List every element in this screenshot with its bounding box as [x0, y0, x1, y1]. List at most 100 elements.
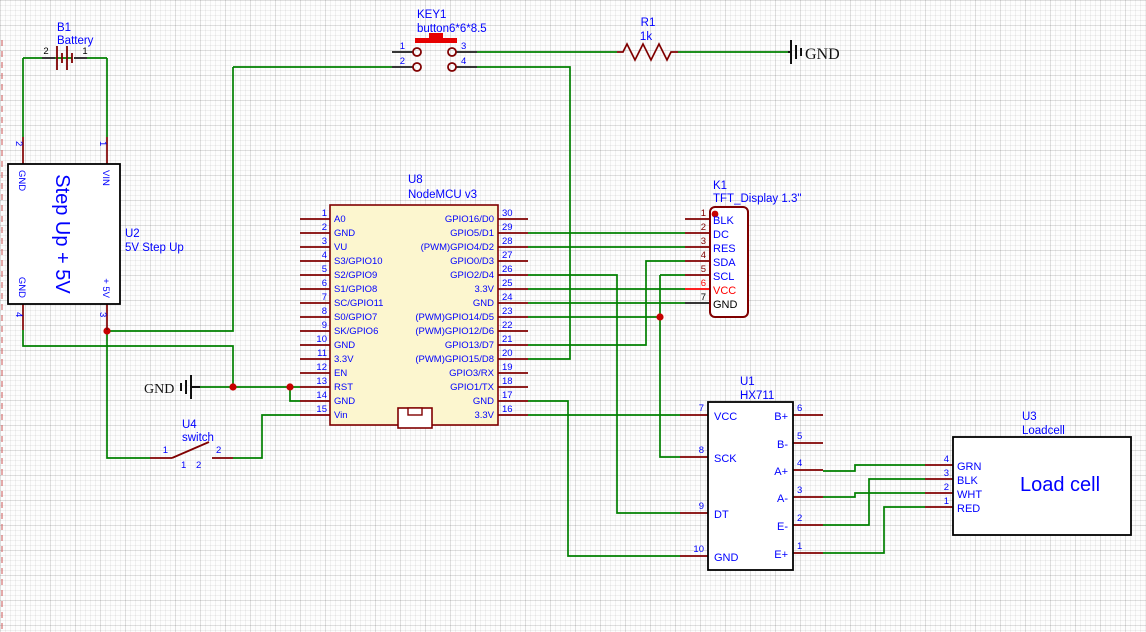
battery-value[interactable]: Battery	[57, 35, 94, 47]
hx711-u1[interactable]: U1 HX711 7 8 9 10 VCC SCK DT GND 6 5 4 3…	[680, 376, 823, 570]
pin-num: 7	[699, 403, 704, 414]
gnd-symbol-right[interactable]: GND	[788, 40, 840, 64]
pin-num: 9	[699, 501, 704, 512]
pin-name: GND	[334, 228, 355, 239]
pin-num: 10	[316, 334, 327, 345]
tft-ref[interactable]: K1	[713, 180, 727, 192]
pin-name: GPIO13/D7	[445, 340, 494, 351]
key1-value[interactable]: button6*6*8.5	[417, 23, 487, 35]
switch-value[interactable]: switch	[182, 432, 214, 444]
pin-name: DT	[714, 509, 729, 521]
wire[interactable]	[823, 493, 925, 497]
loadcell-ref[interactable]: U3	[1022, 411, 1037, 423]
pin-name: RES	[713, 243, 736, 255]
pin-name: SK/GPIO6	[334, 326, 378, 337]
pin-name: S1/GPIO8	[334, 284, 377, 295]
nodemcu-u8[interactable]: U8 NodeMCU v3 1 2 3 4 5 6 7 8 9 10 11 12…	[300, 174, 528, 428]
nodemcu-value[interactable]: NodeMCU v3	[408, 189, 477, 201]
switch-ref[interactable]: U4	[182, 419, 197, 431]
battery-pin1-num: 1	[82, 46, 87, 57]
pin-num: 18	[502, 376, 513, 387]
gnd-bars	[788, 40, 801, 64]
pin-name: A0	[334, 214, 346, 225]
hx711-value[interactable]: HX711	[740, 390, 774, 402]
hx711-body[interactable]	[708, 402, 793, 570]
tft-value[interactable]: TFT_Display 1.3"	[713, 193, 801, 205]
pin-num: 3	[944, 468, 949, 479]
pin-name: GND	[334, 396, 355, 407]
pin-name: A+	[774, 466, 788, 478]
schematic-canvas[interactable]: B1 Battery 2 1 2 1 4 3 GND VIN GND + 5V …	[0, 0, 1146, 632]
pin-num: 3	[322, 236, 327, 247]
pin-num: 23	[502, 306, 513, 317]
pin-name: (PWM)GPIO4/D2	[421, 242, 494, 253]
wire[interactable]	[200, 387, 300, 401]
pin-num: 14	[316, 390, 327, 401]
pin-name: SDA	[713, 257, 736, 269]
wire[interactable]	[823, 507, 925, 553]
pin-num: 1	[701, 208, 706, 219]
switch-u4[interactable]: 1 2 1 2 U4 switch	[150, 419, 233, 471]
pin-name: BLK	[713, 215, 734, 227]
loadcell-body-text: Load cell	[1020, 474, 1100, 496]
pin-name: S0/GPIO7	[334, 312, 377, 323]
wire[interactable]	[107, 67, 233, 458]
pin-num: 11	[317, 348, 327, 359]
stepup-u2[interactable]: 2 1 4 3 GND VIN GND + 5V Step Up + 5V U2…	[8, 137, 184, 330]
pin-num: 20	[502, 348, 513, 359]
battery-ref[interactable]: B1	[57, 22, 71, 34]
pin-name: A-	[777, 493, 788, 505]
pin-name: SCL	[713, 271, 734, 283]
pin-num: 30	[502, 208, 513, 219]
wire[interactable]	[823, 479, 925, 525]
wire[interactable]	[528, 401, 680, 556]
pin-num: 6	[797, 403, 802, 414]
stepup-ref[interactable]: U2	[125, 228, 140, 240]
pin-name: GND	[334, 340, 355, 351]
pin-name: GPIO2/D4	[450, 270, 494, 281]
pin-num: 29	[502, 222, 513, 233]
pin-name: GPIO5/D1	[450, 228, 494, 239]
pin-num: 13	[316, 376, 327, 387]
pin-num: 1	[944, 496, 949, 507]
pushbutton-key1[interactable]: 1 2 3 4 KEY1 button6*6*8.5	[392, 9, 487, 71]
nodemcu-ref[interactable]: U8	[408, 174, 423, 186]
switch-blade	[172, 442, 209, 458]
pin-name: GND	[713, 299, 738, 311]
pin-name: SC/GPIO11	[334, 298, 383, 309]
switch-pin1-name: 1	[181, 460, 186, 471]
loadcell-value[interactable]: Loadcell	[1022, 425, 1065, 437]
stepup-pin3-num: 3	[97, 312, 108, 317]
resistor-r1[interactable]: R1 1k	[617, 17, 678, 60]
key1-ref[interactable]: KEY1	[417, 9, 446, 21]
wire[interactable]	[528, 275, 680, 513]
junction-dot	[229, 383, 236, 390]
pin-name: S3/GPIO10	[334, 256, 383, 267]
pin-name: 3.3V	[334, 354, 354, 365]
battery-b1[interactable]: B1 Battery 2 1	[42, 22, 94, 70]
pin-num: 4	[322, 250, 327, 261]
junction-dot	[286, 383, 293, 390]
pin-num: 19	[502, 362, 513, 373]
pin-num: 7	[701, 292, 706, 303]
wire[interactable]	[23, 330, 233, 387]
pin-num: 15	[316, 404, 327, 415]
wire[interactable]	[23, 58, 107, 137]
key1-pin3-num: 3	[461, 41, 466, 52]
pin-num: 21	[502, 334, 513, 345]
wire[interactable]	[823, 465, 925, 471]
wire[interactable]	[233, 415, 300, 458]
pin-name: 3.3V	[474, 410, 494, 421]
resistor-ref[interactable]: R1	[641, 17, 656, 29]
loadcell-u3[interactable]: U3 Loadcell 4 3 2 1 GRN BLK WHT RED Load…	[925, 411, 1131, 535]
stepup-pin4-name: GND	[16, 277, 27, 298]
gnd-symbol-left[interactable]: GND	[144, 375, 200, 399]
resistor-value[interactable]: 1k	[640, 31, 652, 43]
pin-num: 25	[502, 278, 513, 289]
stepup-pin1-num: 1	[97, 141, 108, 146]
stepup-value[interactable]: 5V Step Up	[125, 242, 184, 254]
tft-display-k1[interactable]: K1 TFT_Display 1.3" 1 2 3 4 5 6 7 BLK DC…	[685, 180, 801, 317]
key1-actuator-bar	[415, 38, 457, 43]
hx711-ref[interactable]: U1	[740, 376, 755, 388]
pin-num: 28	[502, 236, 513, 247]
